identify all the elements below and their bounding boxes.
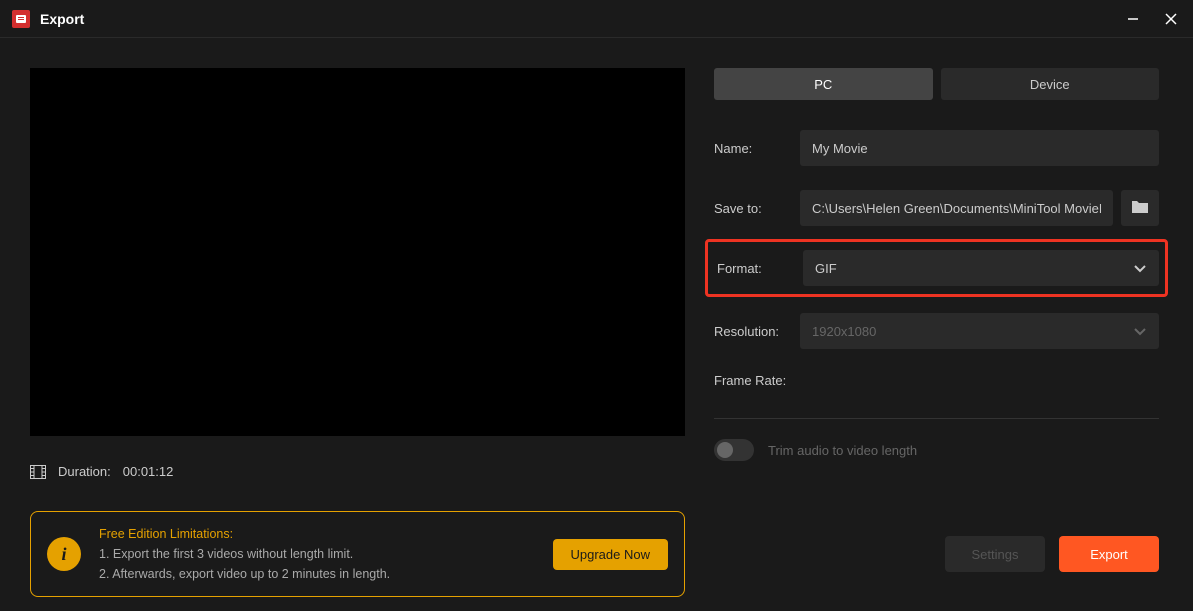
format-select[interactable]: GIF — [803, 250, 1159, 286]
resolution-row: Resolution: 1920x1080 — [714, 313, 1159, 349]
limitation-line-1: 1. Export the first 3 videos without len… — [99, 544, 535, 564]
resolution-label: Resolution: — [714, 324, 800, 339]
tab-device[interactable]: Device — [941, 68, 1160, 100]
trim-audio-label: Trim audio to video length — [768, 443, 917, 458]
info-icon: i — [47, 537, 81, 571]
video-preview — [30, 68, 685, 436]
framerate-label: Frame Rate: — [714, 373, 786, 388]
format-row: Format: GIF — [714, 250, 1159, 286]
titlebar: Export — [0, 0, 1193, 38]
minimize-button[interactable] — [1123, 9, 1143, 29]
format-label: Format: — [714, 261, 803, 276]
window-controls — [1123, 9, 1181, 29]
divider — [714, 418, 1159, 419]
framerate-row: Frame Rate: — [714, 373, 1159, 388]
duration-label: Duration: — [58, 464, 111, 479]
saveto-row: Save to: — [714, 190, 1159, 226]
window-title: Export — [40, 11, 84, 27]
bottom-bar: i Free Edition Limitations: 1. Export th… — [30, 511, 1159, 597]
format-value: GIF — [815, 261, 837, 276]
limitation-box: i Free Edition Limitations: 1. Export th… — [30, 511, 685, 597]
tab-pc[interactable]: PC — [714, 68, 933, 100]
saveto-input[interactable] — [800, 190, 1113, 226]
duration-value: 00:01:12 — [123, 464, 174, 479]
name-input[interactable] — [800, 130, 1159, 166]
export-target-tabs: PC Device — [714, 68, 1159, 100]
limitation-title: Free Edition Limitations: — [99, 524, 535, 544]
chevron-down-icon — [1133, 261, 1147, 276]
limitation-line-2: 2. Afterwards, export video up to 2 minu… — [99, 564, 535, 584]
resolution-value: 1920x1080 — [812, 324, 876, 339]
trim-audio-row: Trim audio to video length — [714, 439, 1159, 461]
toggle-knob — [717, 442, 733, 458]
name-label: Name: — [714, 141, 800, 156]
export-button[interactable]: Export — [1059, 536, 1159, 572]
settings-button[interactable]: Settings — [945, 536, 1045, 572]
resolution-select[interactable]: 1920x1080 — [800, 313, 1159, 349]
trim-audio-toggle[interactable] — [714, 439, 754, 461]
duration-row: Duration: 00:01:12 — [30, 464, 714, 479]
app-icon — [12, 10, 30, 28]
film-icon — [30, 465, 46, 479]
upgrade-button[interactable]: Upgrade Now — [553, 539, 669, 570]
format-highlight: Format: GIF — [705, 239, 1168, 297]
folder-icon — [1131, 199, 1149, 217]
bottom-actions: Settings Export — [945, 536, 1159, 572]
chevron-down-icon — [1133, 324, 1147, 339]
close-button[interactable] — [1161, 9, 1181, 29]
limitation-text: Free Edition Limitations: 1. Export the … — [99, 524, 535, 584]
saveto-label: Save to: — [714, 201, 800, 216]
name-row: Name: — [714, 130, 1159, 166]
browse-button[interactable] — [1121, 190, 1159, 226]
